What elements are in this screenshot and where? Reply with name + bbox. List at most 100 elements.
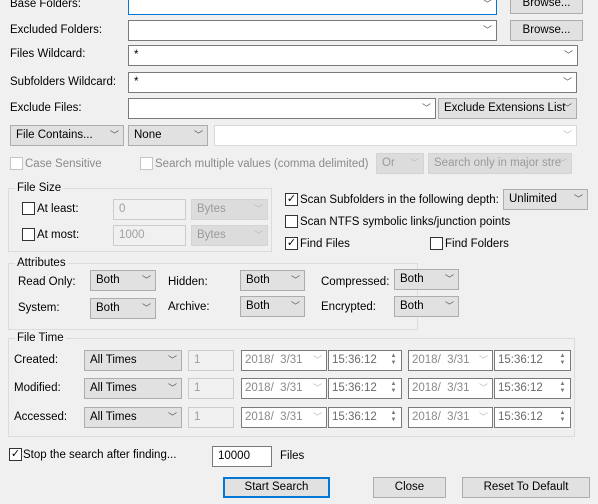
accessed-from-date-value: 2018/ 3/31 [245, 411, 303, 423]
created-from-time[interactable]: 15:36:12 ▲ ▼ [328, 350, 402, 371]
chevron-down-icon: ﹀ [312, 412, 322, 422]
chevron-down-icon: ﹀ [444, 274, 454, 284]
chevron-down-icon: ﹀ [421, 103, 431, 113]
exclude-mode-value: Exclude Extensions List [444, 102, 566, 114]
spinner-icon[interactable]: ▲ ▼ [388, 381, 399, 396]
read-only-select[interactable]: Both ﹀ [90, 270, 156, 291]
chevron-down-icon: ﹀ [253, 204, 263, 214]
accessed-from-time[interactable]: 15:36:12 ▲ ▼ [328, 407, 402, 428]
find-folders-checkbox[interactable] [430, 237, 443, 250]
scan-subfolders-checkbox[interactable]: ✓ [285, 193, 298, 206]
modified-from-time[interactable]: 15:36:12 ▲ ▼ [328, 378, 402, 399]
browse-base-button[interactable]: Browse... [510, 0, 583, 14]
created-from-date[interactable]: 2018/ 3/31 ﹀ [241, 350, 327, 371]
modified-from-time-value: 15:36:12 [332, 382, 377, 394]
excluded-folders-combo[interactable]: ﹀ [128, 20, 497, 41]
contains-type-select[interactable]: None ﹀ [128, 125, 208, 146]
stop-search-label: Stop the search after finding... [23, 449, 177, 461]
search-multiple-checkbox[interactable] [140, 157, 153, 170]
at-most-input[interactable]: 1000 [113, 225, 186, 246]
encrypted-select[interactable]: Both ﹀ [394, 296, 459, 317]
modified-mode-select[interactable]: All Times ﹀ [84, 378, 182, 399]
modified-count-input[interactable]: 1 [188, 378, 234, 399]
chevron-down-icon: ﹀ [557, 158, 567, 168]
created-mode-select[interactable]: All Times ﹀ [84, 350, 182, 371]
stop-count-input[interactable]: 10000 [212, 446, 272, 467]
files-wildcard-combo[interactable]: * ﹀ [128, 45, 578, 66]
at-least-checkbox[interactable] [22, 202, 35, 215]
chevron-down-icon: ﹀ [563, 50, 573, 60]
exclude-files-combo[interactable]: ﹀ [128, 98, 436, 119]
attributes-group: Attributes [8, 256, 418, 330]
accessed-to-time[interactable]: 15:36:12 ▲ ▼ [494, 407, 571, 428]
streams-select[interactable]: Search only in major stre ﹀ [428, 153, 572, 174]
modified-to-time[interactable]: 15:36:12 ▲ ▼ [494, 378, 571, 399]
file-contains-select[interactable]: File Contains... ﹀ [10, 125, 124, 146]
chevron-down-icon: ﹀ [562, 130, 572, 140]
browse-excluded-button[interactable]: Browse... [510, 20, 583, 41]
created-to-date-value: 2018/ 3/31 [412, 354, 470, 366]
modified-from-date-value: 2018/ 3/31 [245, 382, 303, 394]
contains-type-value: None [134, 129, 162, 141]
at-most-checkbox[interactable] [22, 228, 35, 241]
base-folders-combo[interactable]: ﹀ [128, 0, 497, 15]
chevron-down-icon: ﹀ [573, 194, 583, 204]
archive-value: Both [246, 300, 270, 312]
logic-value: Or [382, 157, 395, 169]
start-search-button[interactable]: Start Search [223, 477, 330, 498]
accessed-from-time-value: 15:36:12 [332, 411, 377, 423]
exclude-mode-select[interactable]: Exclude Extensions List ﹀ [438, 98, 577, 119]
spinner-icon[interactable]: ▲ ▼ [388, 353, 399, 368]
file-contains-value: File Contains... [16, 129, 93, 141]
contains-text-combo[interactable]: ﹀ [214, 125, 577, 146]
accessed-from-date[interactable]: 2018/ 3/31 ﹀ [241, 407, 327, 428]
modified-to-date[interactable]: 2018/ 3/31 ﹀ [408, 378, 493, 399]
spinner-icon[interactable]: ▲ ▼ [388, 410, 399, 425]
reset-default-button[interactable]: Reset To Default [462, 477, 590, 498]
read-only-value: Both [96, 274, 120, 286]
created-to-date[interactable]: 2018/ 3/31 ﹀ [408, 350, 493, 371]
chevron-down-icon: ﹀ [482, 25, 492, 35]
files-wildcard-value: * [134, 49, 139, 61]
scan-ntfs-checkbox[interactable] [285, 215, 298, 228]
compressed-select[interactable]: Both ﹀ [394, 269, 459, 290]
accessed-mode-select[interactable]: All Times ﹀ [84, 407, 182, 428]
chevron-down-icon: ﹀ [167, 383, 177, 393]
chevron-down-icon: ﹀ [478, 355, 488, 365]
modified-from-date[interactable]: 2018/ 3/31 ﹀ [241, 378, 327, 399]
archive-select[interactable]: Both ﹀ [240, 296, 305, 317]
logic-select[interactable]: Or ﹀ [376, 153, 424, 174]
streams-value: Search only in major stre [434, 157, 562, 169]
case-sensitive-checkbox[interactable] [10, 157, 23, 170]
hidden-select[interactable]: Both ﹀ [240, 270, 305, 291]
created-to-time[interactable]: 15:36:12 ▲ ▼ [494, 350, 571, 371]
at-most-unit-select[interactable]: Bytes ﹀ [191, 225, 268, 246]
compressed-value: Both [400, 273, 424, 285]
modified-to-date-value: 2018/ 3/31 [412, 382, 470, 394]
accessed-to-date[interactable]: 2018/ 3/31 ﹀ [408, 407, 493, 428]
spinner-icon[interactable]: ▲ ▼ [557, 410, 568, 425]
at-least-unit-select[interactable]: Bytes ﹀ [191, 199, 268, 220]
stop-search-checkbox[interactable]: ✓ [9, 448, 22, 461]
system-value: Both [96, 302, 120, 314]
case-sensitive-label: Case Sensitive [25, 158, 102, 170]
chevron-down-icon: ﹀ [562, 103, 572, 113]
close-button[interactable]: Close [373, 477, 446, 498]
created-to-time-value: 15:36:12 [498, 354, 543, 366]
encrypted-label: Encrypted: [321, 301, 376, 313]
exclude-files-label: Exclude Files: [10, 102, 82, 114]
system-select[interactable]: Both ﹀ [90, 298, 156, 319]
stop-unit-label: Files [280, 450, 305, 462]
depth-select[interactable]: Unlimited ﹀ [503, 189, 588, 210]
checkmark-icon: ✓ [286, 193, 297, 205]
at-least-input[interactable]: 0 [113, 199, 186, 220]
modified-mode-value: All Times [90, 382, 137, 394]
created-count-input[interactable]: 1 [188, 350, 234, 371]
spinner-icon[interactable]: ▲ ▼ [557, 381, 568, 396]
excluded-folders-label: Excluded Folders: [10, 24, 103, 36]
find-files-checkbox[interactable]: ✓ [285, 237, 298, 250]
subfolders-wildcard-combo[interactable]: * ﹀ [128, 72, 577, 93]
spinner-icon[interactable]: ▲ ▼ [557, 353, 568, 368]
accessed-count-input[interactable]: 1 [188, 407, 234, 428]
read-only-label: Read Only: [18, 276, 76, 288]
